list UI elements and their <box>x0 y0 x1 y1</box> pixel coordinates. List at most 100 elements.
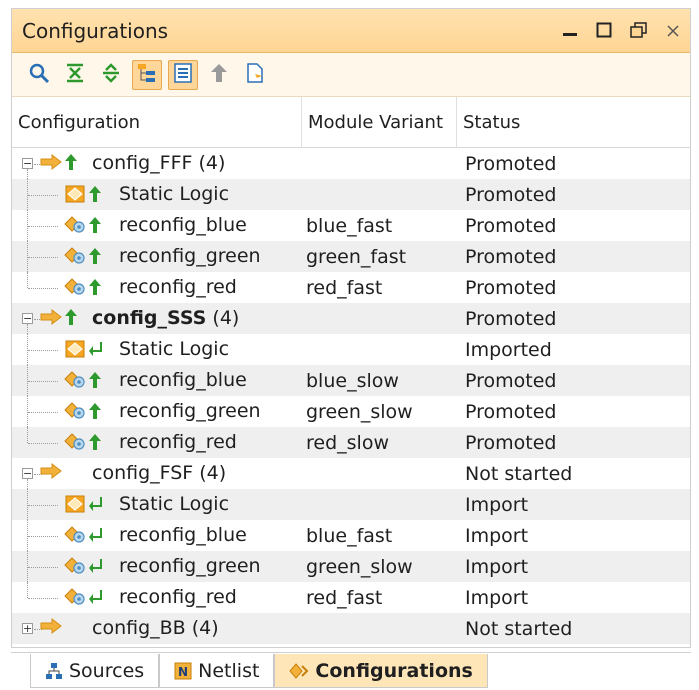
toolbar <box>12 53 690 97</box>
minimize-icon[interactable] <box>562 19 578 43</box>
row-label: config_BB <box>92 617 186 639</box>
search-button[interactable] <box>24 60 54 90</box>
module-variant-cell: red_fast <box>306 276 383 299</box>
tree-line <box>28 350 58 351</box>
column-header-status[interactable]: Status <box>457 97 677 147</box>
bottom-tab-bar: Sources N Netlist Configurations <box>30 652 488 688</box>
module-row[interactable]: Static Logic Promoted <box>12 179 690 210</box>
module-variant-cell: green_fast <box>306 245 407 268</box>
arrow-right-icon <box>40 309 62 325</box>
status-cell: Imported <box>465 338 552 361</box>
report-button[interactable] <box>240 60 270 90</box>
reconfig-module-icon <box>64 401 86 421</box>
reconfig-module-icon <box>64 432 86 452</box>
row-label: config_FFF <box>92 152 193 174</box>
arrow-right-icon <box>40 463 62 479</box>
module-variant-cell <box>302 458 457 489</box>
configuration-cell: + config_BB (4) <box>12 613 302 644</box>
tab-label: Netlist <box>198 659 260 682</box>
module-name: reconfig_blue <box>119 524 247 546</box>
maximize-icon[interactable] <box>596 19 612 43</box>
module-row[interactable]: reconfig_red red_fast Import <box>12 582 690 613</box>
expand-icon[interactable]: + <box>22 623 33 634</box>
module-variant-cell: red_slow <box>306 431 389 454</box>
row-icons <box>64 339 102 359</box>
child-count: (4) <box>192 152 226 174</box>
row-icons <box>40 153 78 171</box>
column-header-configuration[interactable]: Configuration <box>12 97 302 147</box>
promote-up-icon <box>88 402 102 420</box>
module-row[interactable]: reconfig_red red_fast Promoted <box>12 272 690 303</box>
row-label: Static Logic <box>119 493 230 515</box>
row-icons <box>64 246 102 266</box>
status-cell: Promoted <box>465 307 557 330</box>
row-label: reconfig_red <box>119 586 237 608</box>
hierarchy-button[interactable] <box>132 59 162 90</box>
module-row[interactable]: reconfig_green green_fast Promoted <box>12 241 690 272</box>
module-variant-cell: blue_slow <box>306 369 399 392</box>
configuration-cell: reconfig_blue <box>12 520 302 551</box>
configuration-cell: reconfig_green <box>12 396 302 427</box>
expand-all-button[interactable] <box>96 60 126 90</box>
collapse-icon[interactable]: − <box>22 468 33 479</box>
tree-line <box>28 443 58 444</box>
panel-titlebar[interactable]: Configurations <box>12 9 690 53</box>
promote-button[interactable] <box>204 60 234 90</box>
close-icon[interactable] <box>666 19 680 43</box>
flat-view-button[interactable] <box>168 59 198 90</box>
configuration-row[interactable]: − config_FFF (4) Promoted <box>12 148 690 179</box>
module-variant-cell <box>302 489 457 520</box>
tab-sources[interactable]: Sources <box>30 654 160 688</box>
import-icon <box>88 557 102 575</box>
module-row[interactable]: reconfig_green green_slow Import <box>12 551 690 582</box>
row-icons <box>64 556 102 576</box>
row-icons <box>64 184 102 204</box>
status-cell: Promoted <box>465 276 557 299</box>
module-variant-cell <box>302 148 457 179</box>
configuration-cell: reconfig_red <box>12 272 302 303</box>
module-row[interactable]: reconfig_blue blue_fast Import <box>12 520 690 551</box>
tree-line <box>27 582 28 598</box>
configuration-cell: reconfig_red <box>12 582 302 613</box>
module-name: reconfig_red <box>119 276 237 298</box>
row-icons <box>64 525 102 545</box>
static-logic-icon <box>64 339 86 359</box>
module-row[interactable]: reconfig_red red_slow Promoted <box>12 427 690 458</box>
configuration-name: config_FSF (4) <box>92 462 226 484</box>
configuration-cell: reconfig_red <box>12 427 302 458</box>
row-label: reconfig_red <box>119 431 237 453</box>
tab-configurations[interactable]: Configurations <box>274 654 488 688</box>
module-row[interactable]: reconfig_blue blue_slow Promoted <box>12 365 690 396</box>
panel-title: Configurations <box>22 18 169 43</box>
configuration-row[interactable]: − config_SSS (4) Promoted <box>12 303 690 334</box>
column-header-module-variant[interactable]: Module Variant <box>302 97 457 147</box>
reconfig-module-icon <box>64 587 86 607</box>
status-cell: Import <box>465 493 529 516</box>
module-row[interactable]: reconfig_blue blue_fast Promoted <box>12 210 690 241</box>
status-cell: Promoted <box>465 431 557 454</box>
restore-icon[interactable] <box>630 19 648 43</box>
hierarchy-icon <box>136 62 158 88</box>
configuration-cell: − config_SSS (4) <box>12 303 302 334</box>
module-row[interactable]: reconfig_green green_slow Promoted <box>12 396 690 427</box>
module-row[interactable]: Static Logic Import <box>12 489 690 520</box>
report-icon <box>244 62 266 88</box>
collapse-icon[interactable]: − <box>22 313 33 324</box>
tab-netlist[interactable]: N Netlist <box>159 654 275 688</box>
reconfig-module-icon <box>64 215 86 235</box>
configuration-row[interactable]: − config_FSF (4) Not started <box>12 458 690 489</box>
module-variant-cell: red_fast <box>306 586 383 609</box>
row-icons <box>64 215 102 235</box>
sources-icon <box>45 662 63 680</box>
collapse-icon[interactable]: − <box>22 158 33 169</box>
configuration-row[interactable]: + config_BB (4) Not started <box>12 613 690 644</box>
netlist-icon: N <box>174 662 192 680</box>
promote-icon <box>208 62 230 88</box>
tree-line <box>28 381 58 382</box>
module-name: reconfig_green <box>119 245 261 267</box>
static-logic-icon <box>64 494 86 514</box>
collapse-all-button[interactable] <box>60 60 90 90</box>
module-variant-cell <box>302 613 457 644</box>
flat-view-icon <box>172 62 194 88</box>
module-row[interactable]: Static Logic Imported <box>12 334 690 365</box>
